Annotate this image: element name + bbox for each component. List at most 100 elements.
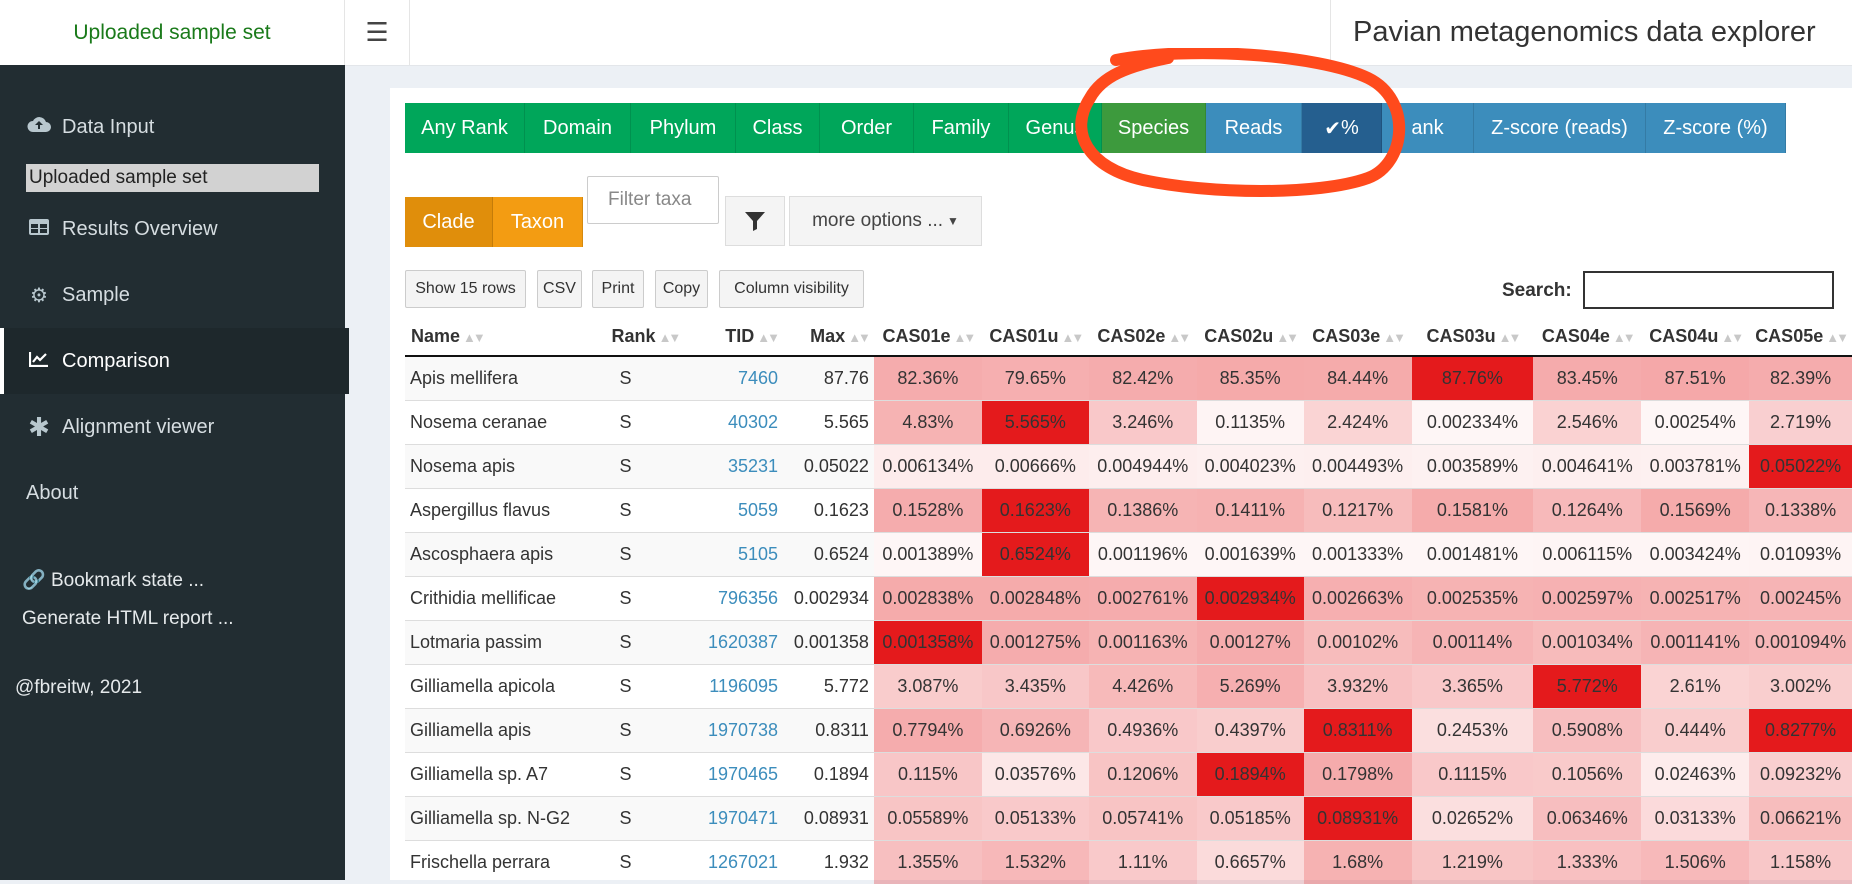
tid-cell: 40302 [684,399,784,444]
column-header-cas03u[interactable]: CAS03u ▲▼ [1411,318,1534,357]
sample-value-cell: 0.00666% [981,443,1089,488]
sample-value-cell: 3.002% [1749,663,1852,708]
sidebar-item-results-overview[interactable]: Results Overview [0,196,345,262]
value-button-zscore-percent[interactable]: Z-score (%) [1646,103,1786,153]
value-button-rank[interactable]: ank [1382,103,1474,153]
rank-cell: S [605,663,685,708]
column-header-tid[interactable]: TID ▲▼ [684,318,784,357]
value-button-percent[interactable]: ✔ % [1302,103,1382,153]
tid-link[interactable]: 40302 [728,412,778,432]
taxon-button[interactable]: Taxon [493,197,583,247]
sample-value-cell: 87.76% [1411,355,1534,400]
column-header-label: CAS04e [1541,326,1610,346]
bookmark-state-link[interactable]: 🔗 Bookmark state ... [22,568,204,592]
sample-value-cell: 0.05022% [1749,443,1852,488]
column-header-cas02e[interactable]: CAS02e ▲▼ [1088,318,1197,357]
tid-link[interactable]: 1267021 [708,852,778,872]
rank-button-family[interactable]: Family [914,103,1009,153]
tid-cell: 5059 [684,487,784,532]
tid-cell: 1620387 [684,619,784,664]
filter-taxa-input[interactable]: Filter taxa [587,176,719,224]
csv-button[interactable]: CSV [537,270,582,308]
show-rows-button[interactable]: Show 15 rows [405,270,526,308]
sample-value-cell: 0.002517% [1641,575,1750,620]
tid-link[interactable]: 1196095 [709,676,778,696]
sidebar-item-about[interactable]: About [0,460,345,526]
tid-link[interactable]: 1970471 [708,808,778,828]
tid-link[interactable]: 1970738 [708,720,778,740]
sidebar-item-label: Results Overview [62,217,218,240]
copy-button[interactable]: Copy [655,270,708,308]
column-header-cas04u[interactable]: CAS04u ▲▼ [1641,318,1750,357]
brand-title[interactable]: Uploaded sample set [0,0,345,65]
tid-link[interactable]: 1970465 [708,764,778,784]
sample-value-cell: 0.5908% [1533,707,1642,752]
credit-text: @fbreitw, 2021 [15,677,143,698]
rank-button-species[interactable]: Species [1102,103,1206,153]
column-header-label: CAS03e [1312,326,1381,346]
more-options-dropdown[interactable]: more options ... ▼ [789,196,982,246]
tid-link[interactable]: 7460 [738,368,778,388]
sample-value-cell: 0.02652% [1411,795,1534,840]
rank-button-order[interactable]: Order [820,103,914,153]
tid-link[interactable]: 1620387 [708,632,778,652]
column-header-cas03e[interactable]: CAS03e ▲▼ [1303,318,1412,357]
value-button-zscore-reads[interactable]: Z-score (reads) [1474,103,1646,153]
clade-button[interactable]: Clade [405,197,493,247]
taxon-name-cell: Apis mellifera [405,355,606,400]
sample-value-cell: 87.51% [1641,355,1750,400]
tid-cell: 7460 [684,355,784,400]
table-row: Lotmaria passim S 1620387 0.001358 0.001358%… [405,619,1852,664]
sort-arrows-icon: ▲▼ [658,330,682,345]
sidebar-item-data-input[interactable]: Data Input [0,94,345,160]
column-header-cas04e[interactable]: CAS04e ▲▼ [1533,318,1642,357]
comparison-table: Name ▲▼ Rank ▲▼ TID ▲▼ Max ▲▼ CAS01e ▲▼ CAS01u ▲▼ CA… [405,318,1852,884]
sample-value-cell: 0.001358% [873,619,982,664]
filter-button[interactable] [725,196,785,246]
column-header-max[interactable]: Max ▲▼ [783,318,874,357]
tid-link[interactable]: 5059 [738,500,778,520]
tid-link[interactable]: 5105 [738,544,778,564]
sample-value-cell: 2.546% [1533,399,1642,444]
sidebar-item-comparison[interactable]: Comparison [0,328,349,394]
generate-html-report-link[interactable]: Generate HTML report ... [22,608,234,630]
rank-cell: S [605,707,685,752]
sample-value-cell: 0.001196% [1088,531,1197,576]
column-header-cas01e[interactable]: CAS01e ▲▼ [873,318,982,357]
sample-set-select[interactable]: Uploaded sample set [26,164,319,192]
sort-arrows-icon: ▲▼ [1276,330,1299,345]
column-header-rank[interactable]: Rank ▲▼ [605,318,685,357]
tid-link[interactable]: 35231 [728,456,778,476]
table-body: Apis mellifera S 7460 87.76 82.36% 79.65% 82.4… [405,355,1852,884]
sidebar-toggle-hamburger-icon[interactable]: ☰ [345,0,410,65]
sidebar-item-sample[interactable]: ⚙ Sample [0,262,345,328]
sample-value-cell: 0.001275% [981,619,1089,664]
rank-button-domain[interactable]: Domain [525,103,631,153]
column-header-label: CAS02e [1097,326,1166,346]
print-button[interactable]: Print [592,270,644,308]
column-header-cas02u[interactable]: CAS02u ▲▼ [1196,318,1304,357]
max-cell: 0.8311 [783,707,874,752]
tid-link[interactable]: 796356 [718,588,778,608]
rank-cell: S [605,487,685,532]
tid-cell: 35231 [684,443,784,488]
sidebar-item-alignment-viewer[interactable]: ✱ Alignment viewer [0,394,345,460]
value-button-reads[interactable]: Reads [1206,103,1302,153]
rank-button-any[interactable]: Any Rank [405,103,525,153]
sample-value-cell: 0.03133% [1641,795,1750,840]
taxon-name-cell: Frischella perrara [405,839,606,884]
rank-button-class[interactable]: Class [736,103,820,153]
column-header-cas05e[interactable]: CAS05e ▲▼ [1749,318,1852,357]
column-header-cas01u[interactable]: CAS01u ▲▼ [981,318,1089,357]
column-header-name[interactable]: Name ▲▼ [405,318,606,357]
rank-button-phylum[interactable]: Phylum [631,103,736,153]
rank-button-genus[interactable]: Genus [1009,103,1102,153]
column-visibility-button[interactable]: Column visibility [719,270,864,308]
sample-value-cell: 0.001094% [1749,619,1852,664]
taxon-name-cell: Gilliamella sp. N-G2 [405,795,606,840]
search-input[interactable] [1583,271,1834,309]
tid-cell: 5105 [684,531,784,576]
column-header-label: Max [810,326,846,346]
table-row: Crithidia mellificae S 796356 0.002934 0.002… [405,575,1852,620]
sample-value-cell: 0.05741% [1088,795,1197,840]
